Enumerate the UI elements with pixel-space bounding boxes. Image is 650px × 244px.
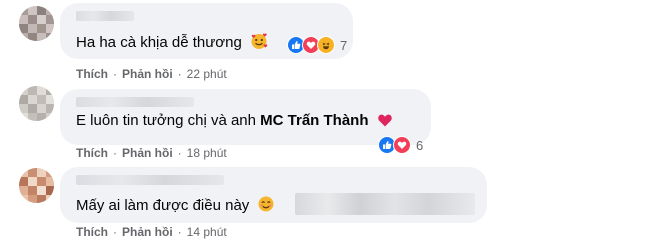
comment-bubble: E luôn tin tưởng chị và anh MC Trấn Thàn…: [60, 89, 431, 145]
blurred-author-name: [76, 175, 224, 185]
avatar[interactable]: [19, 6, 54, 41]
like-button[interactable]: Thích: [76, 225, 108, 239]
reply-button[interactable]: Phản hồi: [122, 146, 173, 160]
comment-text: Ha ha cà khịa dễ thương: [76, 32, 268, 54]
like-button[interactable]: Thích: [76, 67, 108, 81]
separator: ·: [113, 67, 117, 81]
reaction-count: 6: [416, 137, 424, 153]
separator: ·: [177, 67, 182, 81]
reactions-summary[interactable]: 6: [378, 135, 423, 155]
like-button[interactable]: Thích: [76, 146, 108, 160]
mentioned-name-link[interactable]: MC Trấn Thành: [260, 112, 368, 129]
comment-text: Mấy ai làm được điều này: [76, 195, 275, 217]
comment-text-content: Mấy ai làm được điều này: [76, 197, 250, 214]
reply-button[interactable]: Phản hồi: [122, 225, 173, 239]
reactions-summary[interactable]: 7: [287, 35, 347, 55]
comment-bubble: Mấy ai làm được điều này: [60, 167, 487, 223]
timestamp[interactable]: 14 phút: [187, 225, 227, 239]
haha-reaction-icon: [317, 36, 335, 54]
comment-actions: Thích · Phản hồi · 18 phút: [76, 146, 227, 160]
smiling-face-icon: [257, 195, 275, 217]
comment-text: E luôn tin tưởng chị và anh MC Trấn Thàn…: [76, 112, 393, 132]
timestamp[interactable]: 22 phút: [187, 67, 227, 81]
comment-actions: Thích · Phản hồi · 14 phút: [76, 225, 227, 239]
comment-text-content: E luôn tin tưởng chị và anh: [76, 112, 261, 129]
blurred-author-name: [76, 11, 134, 21]
blurred-text-region: [295, 193, 475, 215]
avatar[interactable]: [19, 168, 54, 203]
avatar[interactable]: [19, 86, 54, 121]
reaction-count: 7: [340, 37, 348, 53]
red-heart-icon: [377, 112, 393, 132]
love-reaction-icon: [393, 136, 411, 154]
reply-button[interactable]: Phản hồi: [122, 67, 173, 81]
timestamp[interactable]: 18 phút: [187, 146, 227, 160]
separator: ·: [177, 225, 182, 239]
separator: ·: [113, 225, 117, 239]
separator: ·: [113, 146, 117, 160]
smiling-face-with-hearts-icon: [250, 32, 268, 54]
comment-actions: Thích · Phản hồi · 22 phút: [76, 67, 227, 81]
separator: ·: [177, 146, 182, 160]
comment-text-content: Ha ha cà khịa dễ thương: [76, 34, 242, 51]
blurred-author-name: [76, 97, 194, 107]
